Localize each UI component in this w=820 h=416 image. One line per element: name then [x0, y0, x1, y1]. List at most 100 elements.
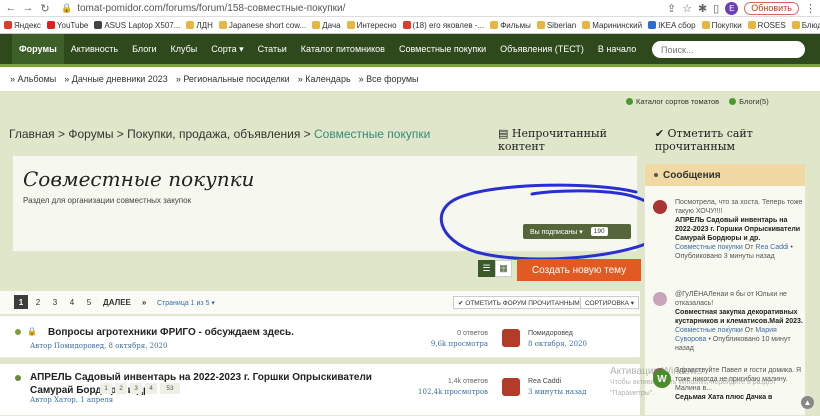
- nav-item[interactable]: Форумы: [12, 34, 64, 64]
- mark-forum-read-button[interactable]: ✔ ОТМЕТИТЬ ФОРУМ ПРОЧИТАННЫМ: [453, 296, 585, 309]
- grid-view-icon[interactable]: ▦: [495, 260, 512, 277]
- bookmark-item[interactable]: ASUS Laptop X507...: [94, 21, 180, 30]
- bookmark-star-icon[interactable]: ☆: [682, 2, 692, 15]
- topic-title[interactable]: Вопросы агротехники ФРИГО - обсуждаем зд…: [48, 326, 294, 339]
- page-link[interactable]: 2: [31, 295, 45, 309]
- page-link[interactable]: 5: [82, 295, 96, 309]
- bookmark-item[interactable]: Яндекс: [4, 21, 41, 30]
- blogs-link[interactable]: Блоги(5): [729, 97, 769, 106]
- topic-page-link[interactable]: 53: [160, 383, 180, 394]
- bookmark-item[interactable]: Дача: [312, 21, 341, 30]
- bookmark-item[interactable]: Japanese short cow...: [218, 21, 306, 30]
- windows-activation-watermark: Активация Windows Чтобы активировать Win…: [610, 366, 820, 399]
- nav-item[interactable]: Блоги: [125, 34, 163, 64]
- subnav-link[interactable]: » Альбомы: [10, 74, 56, 84]
- subnav-link[interactable]: » Календарь: [298, 74, 351, 84]
- topic-page-link[interactable]: 4: [145, 383, 157, 394]
- message-section-link[interactable]: Совместные покупки: [675, 244, 743, 251]
- nav-item[interactable]: Клубы: [164, 34, 205, 64]
- avatar[interactable]: [653, 200, 667, 214]
- sidebar-icon[interactable]: ▯: [713, 2, 719, 15]
- plus-icon: [729, 98, 737, 105]
- back-arrow-icon[interactable]: ←: [4, 2, 18, 14]
- share-icon[interactable]: ⇪: [667, 2, 676, 15]
- nav-item[interactable]: Статьи: [251, 34, 294, 64]
- profile-avatar[interactable]: E: [725, 1, 739, 15]
- nav-item[interactable]: Сорта ▾: [204, 34, 250, 64]
- bookmark-item[interactable]: ROSES: [747, 21, 786, 30]
- create-topic-button[interactable]: Создать новую тему: [517, 259, 641, 281]
- last-post-user[interactable]: Помидоровед: [528, 329, 587, 339]
- message-topic-link[interactable]: Совместная закупка декоративных кустарни…: [675, 308, 803, 326]
- list-view-icon[interactable]: ☰: [478, 260, 495, 277]
- mark-site-read-link[interactable]: ✔ Отметить сайт прочитанным: [655, 127, 820, 153]
- bookmark-item[interactable]: ЛДН: [186, 21, 213, 30]
- unread-content-link[interactable]: ▤ Непрочитанный контент: [498, 127, 643, 153]
- page-link[interactable]: 1: [14, 295, 28, 309]
- forward-arrow-icon[interactable]: →: [21, 2, 35, 14]
- unread-content-label: Непрочитанный контент: [498, 127, 607, 153]
- nav-item[interactable]: Каталог питомников: [294, 34, 392, 64]
- breadcrumb-section[interactable]: Покупки, продажа, объявления: [127, 127, 300, 141]
- message-section-link[interactable]: Совместные покупки: [675, 327, 743, 334]
- bookmark-item[interactable]: Блюда: [791, 21, 820, 30]
- scroll-top-icon[interactable]: ▲: [801, 396, 814, 409]
- bookmark-item[interactable]: Фильмы: [490, 21, 531, 30]
- nav-item[interactable]: Объявления (ТЕСТ): [493, 34, 591, 64]
- topic-page-link[interactable]: 2: [115, 383, 127, 394]
- page-link[interactable]: 4: [65, 295, 79, 309]
- message-topic-link[interactable]: АПРЕЛЬ Садовый инвентарь на 2022-2023 г.…: [675, 216, 803, 243]
- topic-author: Автор Хатор, 1 апреля: [30, 396, 114, 404]
- page-last-link[interactable]: »: [138, 295, 150, 309]
- subnav-link[interactable]: » Региональные посиделки: [176, 74, 290, 84]
- topic-page-link[interactable]: 1: [100, 383, 112, 394]
- breadcrumb-home[interactable]: Главная: [9, 127, 55, 141]
- bookmark-item[interactable]: YouTube: [46, 20, 89, 30]
- subnav-link[interactable]: » Дачные дневники 2023: [64, 74, 168, 84]
- bookmark-item[interactable]: (18) его яковлев -...: [402, 21, 484, 30]
- catalog-link[interactable]: Каталог сортов томатов: [626, 97, 719, 106]
- page-next-link[interactable]: ДАЛЕЕ: [99, 295, 135, 309]
- last-post-date[interactable]: 3 минуты назад: [528, 387, 586, 397]
- nav-item[interactable]: Совместные покупки: [392, 34, 493, 64]
- subscribe-button[interactable]: Вы подписаны ▾ 190: [523, 224, 631, 239]
- message-quote: Посмотрела, что за хоста. Теперь тоже та…: [675, 199, 803, 215]
- search-input[interactable]: [652, 41, 805, 58]
- page-jump[interactable]: Страница 1 из 5 ▾: [157, 299, 215, 307]
- bookmark-label: YouTube: [56, 20, 89, 30]
- whatsapp-icon[interactable]: W: [653, 370, 671, 388]
- page-link[interactable]: 3: [48, 295, 62, 309]
- avatar[interactable]: [502, 378, 520, 396]
- check-icon: ✔: [654, 127, 668, 140]
- topic-page-link[interactable]: 3: [130, 383, 142, 394]
- bookmark-item[interactable]: IKEA сбор: [648, 21, 696, 30]
- topic-title[interactable]: АПРЕЛЬ Садовый инвентарь на 2022-2023 г.…: [30, 371, 390, 397]
- bookmark-icon: [536, 21, 545, 29]
- nav-item[interactable]: В начало: [591, 34, 643, 64]
- mark-site-read-label: Отметить сайт прочитанным: [654, 127, 753, 153]
- plus-icon: [626, 98, 633, 105]
- bookmark-item[interactable]: Марининский: [582, 21, 642, 30]
- newspaper-icon: ▤: [498, 127, 512, 140]
- nav-item[interactable]: Активность: [64, 34, 125, 64]
- bookmark-item[interactable]: Интересно: [346, 21, 397, 30]
- bookmark-label: Марининский: [592, 20, 643, 30]
- avatar[interactable]: [653, 292, 667, 306]
- menu-dots-icon[interactable]: ⋮: [805, 2, 816, 15]
- breadcrumb-forums[interactable]: Форумы: [68, 127, 113, 141]
- page-title: Совместные покупки: [23, 167, 255, 191]
- extensions-icon[interactable]: ✱: [698, 2, 707, 15]
- bookmark-item[interactable]: Покупки: [701, 21, 742, 30]
- sort-button[interactable]: СОРТИРОВКА ▾: [580, 296, 640, 309]
- last-post-date[interactable]: 8 октября, 2020: [528, 339, 587, 349]
- update-button[interactable]: Обновить: [744, 1, 799, 15]
- last-post-user[interactable]: Rea Caddi: [528, 377, 586, 387]
- forum-header: Совместные покупки Раздел для организаци…: [12, 155, 638, 252]
- message-author-link[interactable]: Rea Caddi: [755, 244, 788, 251]
- avatar[interactable]: [502, 329, 520, 347]
- message-quote: @ГуЛЁНАЛенаи я бы от Юльки не отказалась…: [675, 291, 787, 307]
- subnav-link[interactable]: » Все форумы: [359, 74, 419, 84]
- bookmark-item[interactable]: Siberian: [536, 21, 576, 30]
- reload-icon[interactable]: ↻: [38, 2, 52, 15]
- url-field[interactable]: 🔒 tomat-pomidor.com/forums/forum/158-сов…: [61, 3, 667, 14]
